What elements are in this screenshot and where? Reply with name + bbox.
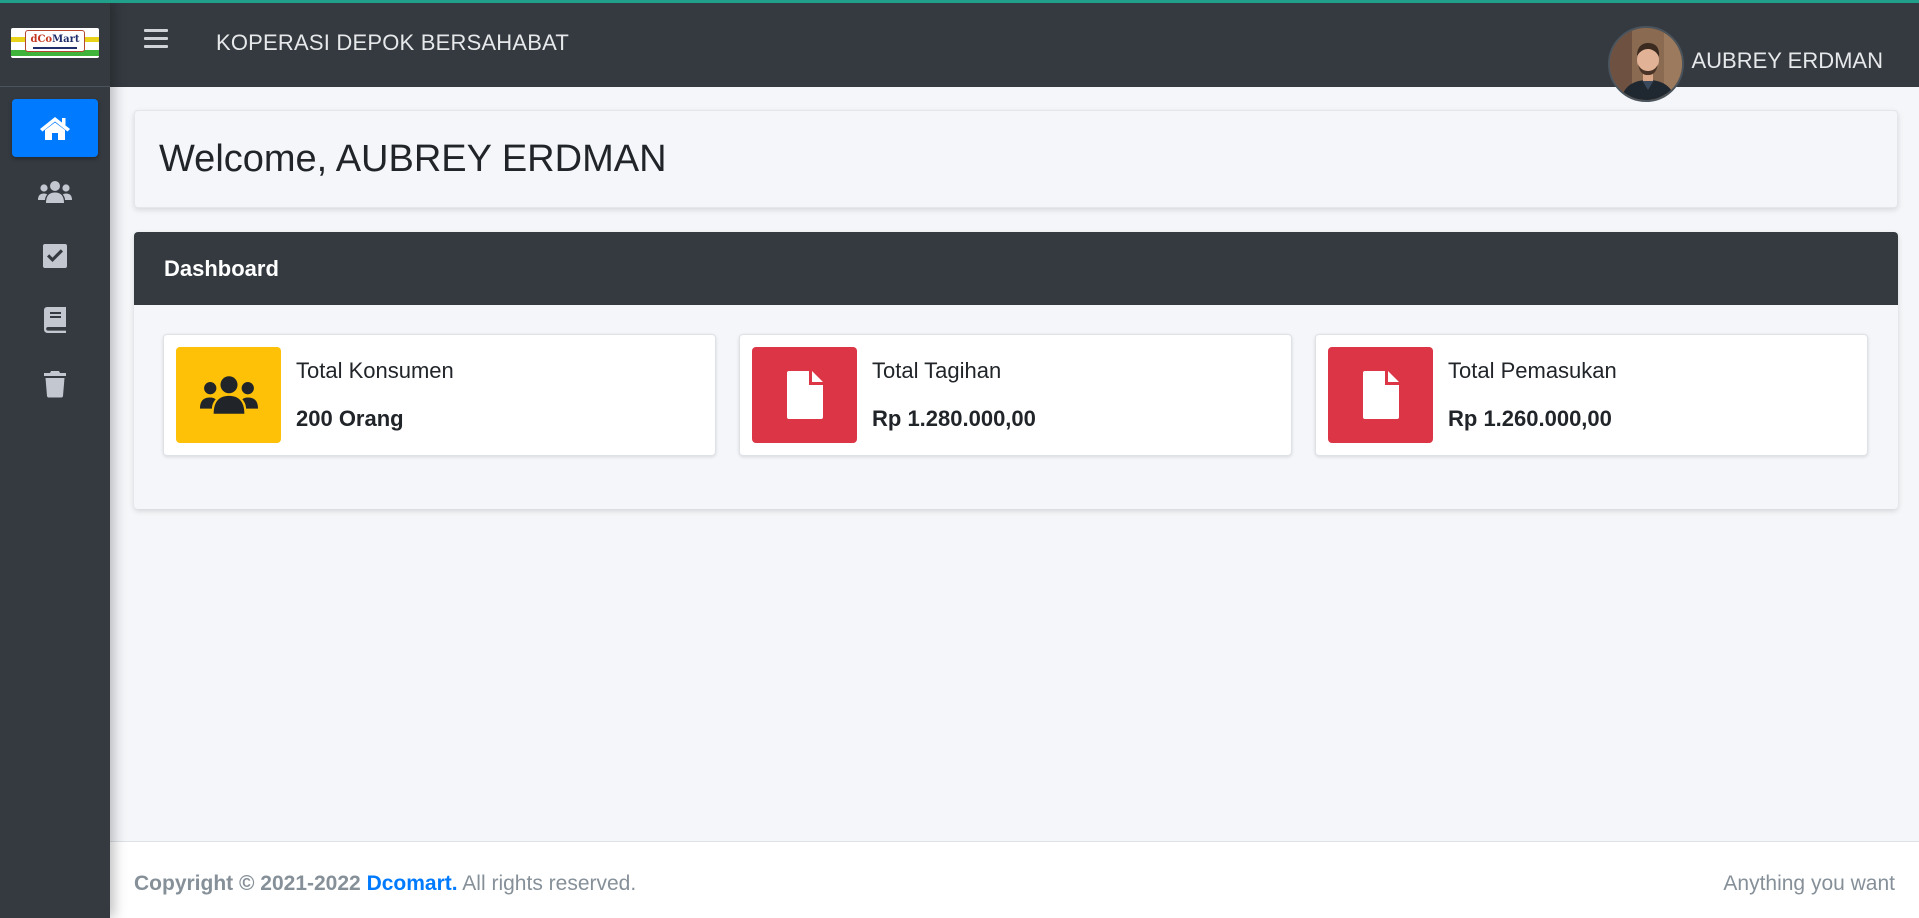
users-icon	[38, 181, 72, 203]
sidebar-item-laporan[interactable]	[12, 291, 98, 349]
info-box-label: Total Pemasukan	[1448, 358, 1617, 383]
sidebar-nav	[0, 87, 110, 413]
info-box-total-konsumen: Total Konsumen 200 Orang	[163, 334, 716, 456]
info-box-label: Total Tagihan	[872, 358, 1002, 383]
brand-footer-link[interactable]: Dcomart.	[367, 872, 458, 895]
file-icon	[786, 371, 823, 419]
welcome-heading: Welcome, AUBREY ERDMAN	[159, 138, 667, 180]
sidebar-item-konsumen[interactable]	[12, 163, 98, 221]
info-box-icon	[1328, 347, 1433, 443]
copyright-text: Copyright © 2021-2022 Dcomart. All right…	[134, 872, 636, 896]
info-box-label: Total Konsumen	[296, 358, 454, 383]
info-box-total-pemasukan: Total Pemasukan Rp 1.260.000,00	[1315, 334, 1868, 456]
file-icon	[1362, 371, 1399, 419]
book-icon	[44, 307, 66, 333]
copyright-prefix: Copyright © 2021-2022	[134, 872, 361, 895]
rights-text: All rights reserved.	[462, 872, 637, 895]
info-box-icon	[176, 347, 281, 443]
sidebar-item-tagihan[interactable]	[12, 227, 98, 285]
info-box-value: Rp 1.280.000,00	[872, 406, 1036, 431]
dashboard-title: Dashboard	[164, 255, 279, 281]
welcome-card: Welcome, AUBREY ERDMAN	[134, 110, 1898, 208]
info-box-value: Rp 1.260.000,00	[1448, 406, 1612, 431]
top-accent-bar	[0, 0, 1919, 3]
sidebar-item-trash[interactable]	[12, 355, 98, 413]
info-box-total-tagihan: Total Tagihan Rp 1.280.000,00	[739, 334, 1292, 456]
sidebar-item-home[interactable]	[12, 99, 98, 157]
trash-icon	[44, 371, 66, 398]
sidebar: dCoMart	[0, 0, 110, 918]
dashboard-card: Dashboard Total Konsumen 200 Orang Total…	[134, 232, 1898, 509]
top-navbar: KOPERASI DEPOK BERSAHABAT AUBREY ERDMAN	[110, 0, 1919, 102]
home-icon	[40, 117, 70, 140]
users-icon	[199, 376, 258, 414]
user-avatar[interactable]	[1608, 26, 1684, 102]
info-box-icon	[752, 347, 857, 443]
footer-tagline: Anything you want	[1723, 872, 1895, 895]
info-box-value: 200 Orang	[296, 406, 404, 431]
check-square-icon	[43, 244, 67, 268]
footer: Copyright © 2021-2022 Dcomart. All right…	[110, 841, 1919, 918]
app-title: KOPERASI DEPOK BERSAHABAT	[216, 30, 570, 55]
hamburger-menu-icon[interactable]	[144, 29, 168, 51]
user-name[interactable]: AUBREY ERDMAN	[1691, 48, 1883, 74]
dcomart-logo: dCoMart	[11, 28, 99, 58]
dashboard-card-header: Dashboard	[134, 232, 1898, 305]
brand-link[interactable]: dCoMart	[0, 0, 110, 87]
